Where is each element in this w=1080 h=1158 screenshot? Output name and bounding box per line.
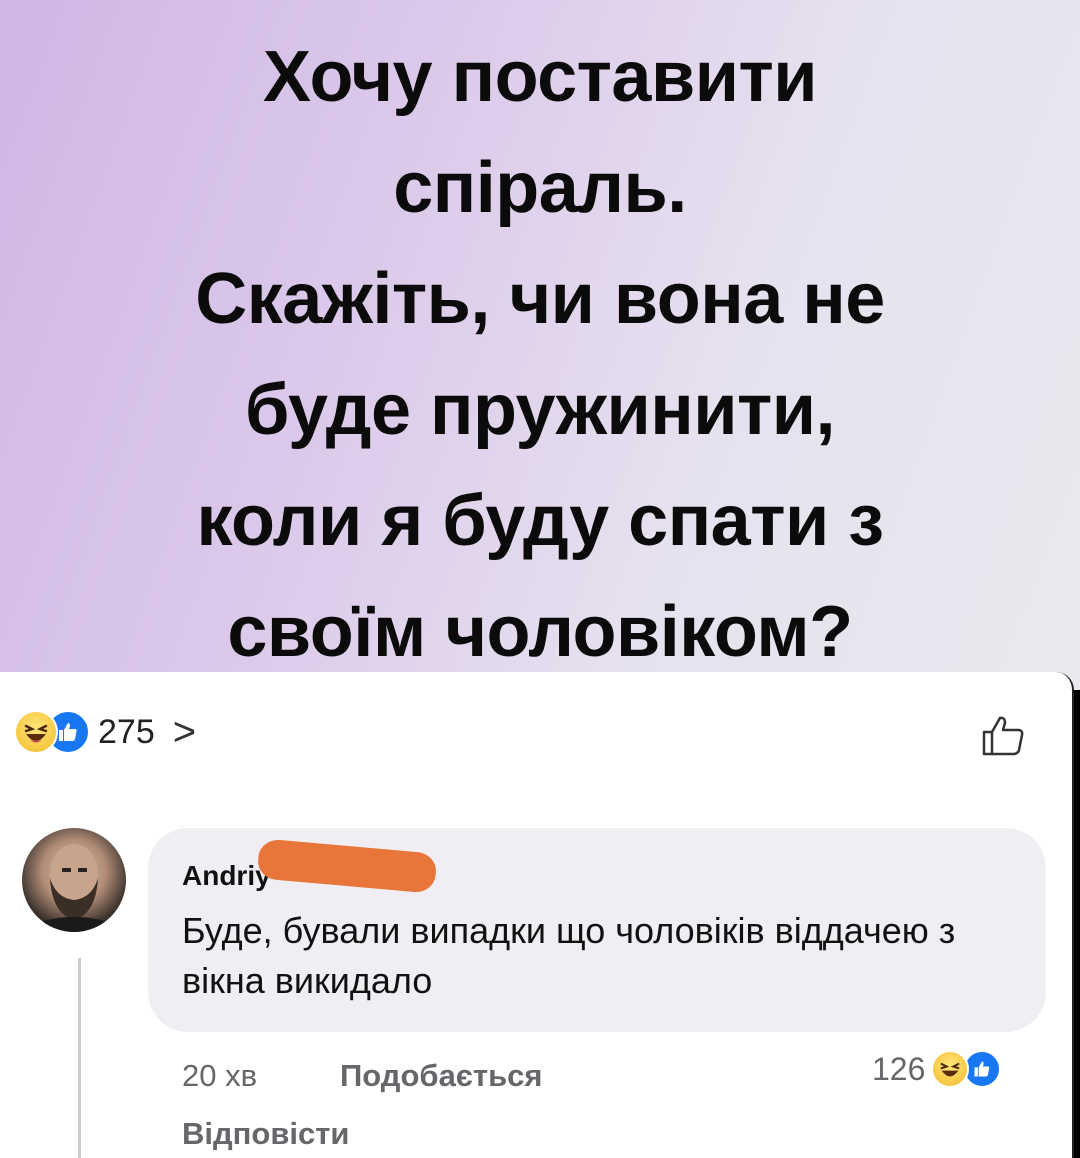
comment-reply-button[interactable]: Відповісти: [182, 1116, 350, 1152]
post-line: коли я буду спати з: [196, 481, 884, 561]
comment-like-button[interactable]: Подобається: [340, 1058, 543, 1094]
thread-line: [78, 958, 81, 1158]
post-line: Скажіть, чи вона не: [195, 259, 885, 339]
haha-emoji-icon: [931, 1050, 970, 1088]
like-button[interactable]: [978, 710, 1030, 762]
post-line: буде пружинити,: [244, 370, 836, 450]
like-reaction-icon: [963, 1050, 1002, 1088]
comment-time: 20 хв: [182, 1058, 258, 1093]
comment-text: Буде, бували випадки що чоловіків віддач…: [182, 910, 956, 1001]
comment-reaction-count: 126: [872, 1050, 926, 1087]
chevron-right-icon[interactable]: >: [173, 710, 196, 755]
post-line: спіраль.: [393, 148, 687, 228]
reaction-count: 275: [98, 712, 155, 751]
reactions-summary[interactable]: 275 >: [14, 708, 196, 756]
post-background: Хочу поставити спіраль. Скажіть, чи вона…: [0, 0, 1080, 690]
comment-reactions[interactable]: 126: [872, 1050, 1007, 1088]
thumbs-up-icon: [982, 716, 1024, 756]
post-text: Хочу поставити спіраль. Скажіть, чи вона…: [0, 22, 1080, 688]
avatar[interactable]: [22, 828, 126, 932]
haha-emoji-icon: [14, 710, 58, 754]
post-line: Хочу поставити: [262, 37, 818, 117]
